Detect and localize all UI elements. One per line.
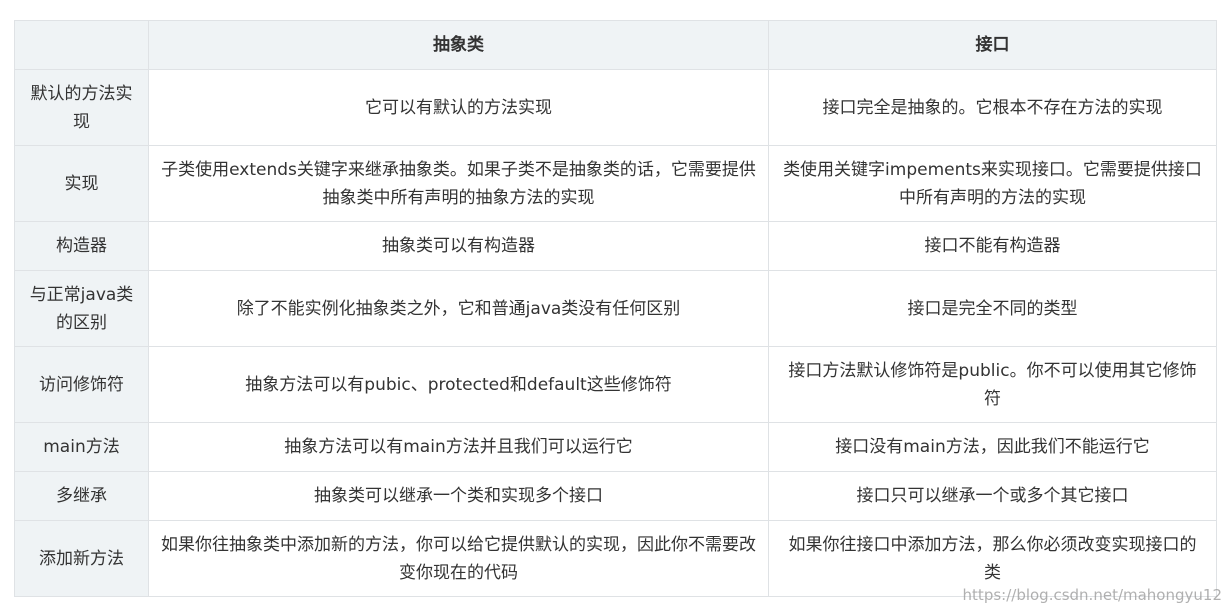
abstract-cell: 它可以有默认的方法实现 xyxy=(148,69,769,146)
header-interface: 接口 xyxy=(768,20,1217,70)
abstract-cell: 抽象方法可以有pubic、protected和default这些修饰符 xyxy=(148,346,769,423)
table-row: 构造器 抽象类可以有构造器 接口不能有构造器 xyxy=(14,221,1217,271)
interface-cell: 接口完全是抽象的。它根本不存在方法的实现 xyxy=(768,69,1217,146)
watermark-text: https://blog.csdn.net/mahongyu12 xyxy=(962,586,1222,604)
table-row: 实现 子类使用extends关键字来继承抽象类。如果子类不是抽象类的话，它需要提… xyxy=(14,145,1217,222)
interface-cell: 接口是完全不同的类型 xyxy=(768,270,1217,347)
row-label: 访问修饰符 xyxy=(14,346,149,423)
interface-cell: 接口只可以继承一个或多个其它接口 xyxy=(768,471,1217,521)
interface-cell: 接口没有main方法，因此我们不能运行它 xyxy=(768,422,1217,472)
table-row: 默认的方法实现 它可以有默认的方法实现 接口完全是抽象的。它根本不存在方法的实现 xyxy=(14,69,1217,146)
abstract-cell: 抽象类可以继承一个类和实现多个接口 xyxy=(148,471,769,521)
table-row: 多继承 抽象类可以继承一个类和实现多个接口 接口只可以继承一个或多个其它接口 xyxy=(14,471,1217,521)
comparison-table: 抽象类 接口 默认的方法实现 它可以有默认的方法实现 接口完全是抽象的。它根本不… xyxy=(14,20,1217,597)
comparison-table-container: 抽象类 接口 默认的方法实现 它可以有默认的方法实现 接口完全是抽象的。它根本不… xyxy=(14,20,1217,597)
interface-cell: 接口不能有构造器 xyxy=(768,221,1217,271)
header-empty-cell xyxy=(14,20,149,70)
row-label: main方法 xyxy=(14,422,149,472)
abstract-cell: 如果你往抽象类中添加新的方法，你可以给它提供默认的实现，因此你不需要改变你现在的… xyxy=(148,520,769,597)
table-row: 与正常java类的区别 除了不能实例化抽象类之外，它和普通java类没有任何区别… xyxy=(14,270,1217,347)
row-label: 实现 xyxy=(14,145,149,222)
table-row: 访问修饰符 抽象方法可以有pubic、protected和default这些修饰… xyxy=(14,346,1217,423)
table-row: main方法 抽象方法可以有main方法并且我们可以运行它 接口没有main方法… xyxy=(14,422,1217,472)
row-label: 与正常java类的区别 xyxy=(14,270,149,347)
row-label: 添加新方法 xyxy=(14,520,149,597)
row-label: 默认的方法实现 xyxy=(14,69,149,146)
abstract-cell: 抽象类可以有构造器 xyxy=(148,221,769,271)
table-header-row: 抽象类 接口 xyxy=(14,20,1217,70)
interface-cell: 类使用关键字impements来实现接口。它需要提供接口中所有声明的方法的实现 xyxy=(768,145,1217,222)
row-label: 多继承 xyxy=(14,471,149,521)
interface-cell: 接口方法默认修饰符是public。你不可以使用其它修饰符 xyxy=(768,346,1217,423)
row-label: 构造器 xyxy=(14,221,149,271)
abstract-cell: 子类使用extends关键字来继承抽象类。如果子类不是抽象类的话，它需要提供抽象… xyxy=(148,145,769,222)
abstract-cell: 抽象方法可以有main方法并且我们可以运行它 xyxy=(148,422,769,472)
header-abstract-class: 抽象类 xyxy=(148,20,769,70)
abstract-cell: 除了不能实例化抽象类之外，它和普通java类没有任何区别 xyxy=(148,270,769,347)
